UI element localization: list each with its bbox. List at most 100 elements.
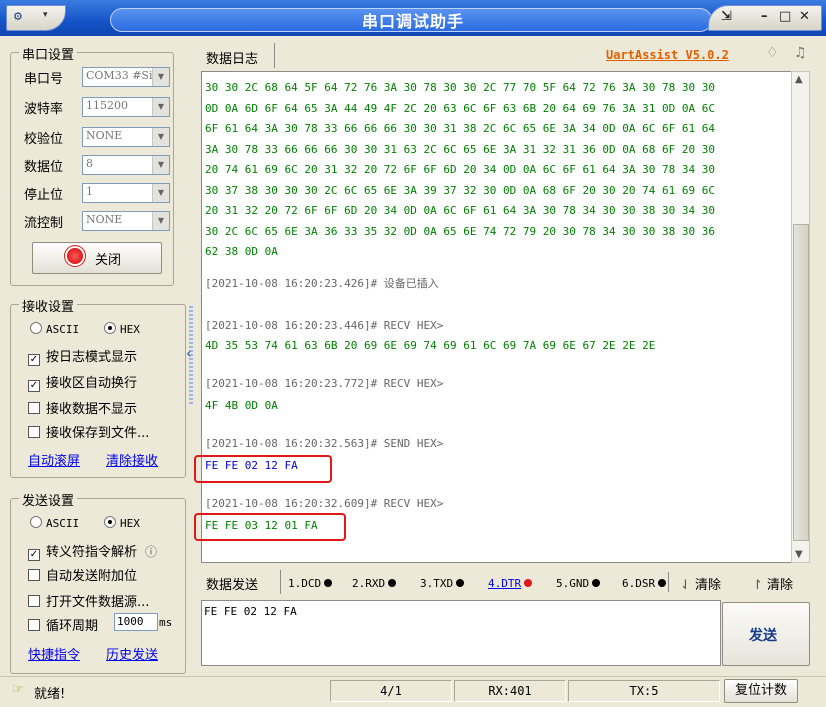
signal-label: 3.TXD <box>420 577 454 590</box>
signal-4[interactable]: 5.GND <box>556 577 601 590</box>
signal-2[interactable]: 3.TXD <box>420 577 465 590</box>
serial-field-select[interactable]: NONE ▼ <box>82 127 170 147</box>
signal-3[interactable]: 4.DTR <box>488 577 533 590</box>
send-history-link[interactable]: 历史发送 <box>106 644 158 663</box>
file-source-checkbox[interactable]: 打开文件数据源... <box>28 591 149 610</box>
diamond-icon[interactable]: ♢ <box>766 45 779 61</box>
signal-label: 2.RXD <box>352 577 386 590</box>
signal-5[interactable]: 6.DSR <box>622 577 667 590</box>
log-scrollbar[interactable]: ▲ ▼ <box>791 71 810 563</box>
scroll-thumb[interactable] <box>793 224 809 541</box>
clear-receive-link[interactable]: 清除接收 <box>106 450 158 469</box>
recv-ascii-label: ASCII <box>46 323 80 336</box>
hex-line: 30 2C 6C 65 6E 3A 36 33 35 32 0D 0A 65 6… <box>205 224 715 238</box>
log-entry-header: [2021-10-08 16:20:23.446]# RECV HEX> <box>205 319 444 332</box>
recv-hex-label: HEX <box>120 323 140 336</box>
signal-1[interactable]: 2.RXD <box>352 577 397 590</box>
signal-0[interactable]: 1.DCD <box>288 577 333 590</box>
send-ascii-radio[interactable]: ASCII <box>30 516 79 530</box>
chevron-down-icon[interactable]: ▼ <box>152 156 169 174</box>
serial-field-select[interactable]: 115200 ▼ <box>82 97 170 117</box>
signal-led-icon <box>324 579 333 587</box>
loop-period-unit: ms <box>159 616 173 629</box>
separator <box>668 572 669 592</box>
signal-led-icon <box>456 579 465 587</box>
hex-line: 20 74 61 69 6C 20 31 32 20 72 6F 6F 6D 2… <box>205 163 715 176</box>
tab-data-log[interactable]: 数据日志 <box>198 43 275 68</box>
send-button[interactable]: 发送 <box>722 602 810 666</box>
serial-field-label: 校验位 <box>24 132 64 147</box>
tab-data-send-label: 数据发送 <box>206 578 259 593</box>
serial-field-value: COM33 #Si <box>86 69 153 82</box>
reset-count-button[interactable]: 复位计数 <box>724 679 798 703</box>
serial-field-select[interactable]: 1 ▼ <box>82 183 170 203</box>
chevron-down-icon[interactable]: ▼ <box>152 184 169 202</box>
port-status-icon <box>67 248 83 264</box>
quick-commands-link[interactable]: 快捷指令 <box>28 644 80 663</box>
maximize-button[interactable]: □ <box>779 9 791 24</box>
serial-field-select[interactable]: NONE ▼ <box>82 211 170 231</box>
option-label: 接收区自动换行 <box>46 376 138 391</box>
tx-counter: TX:5 <box>568 680 720 702</box>
hand-icon: ☞ <box>12 682 24 697</box>
bell-icon[interactable]: ♫ <box>794 45 807 61</box>
auto-scroll-link[interactable]: 自动滚屏 <box>28 450 80 469</box>
serial-field-select[interactable]: 8 ▼ <box>82 155 170 175</box>
loop-period-checkbox[interactable]: 循环周期 <box>28 615 98 634</box>
receive-settings-title: 接收设置 <box>19 296 78 315</box>
info-icon[interactable]: ⓘ <box>145 545 157 559</box>
send-settings-title: 发送设置 <box>19 490 78 509</box>
tab-data-send[interactable]: 数据发送 <box>198 570 281 594</box>
title-bar: ⚙ ▾ 串口调试助手 ⇲ – □ ✕ <box>0 0 826 36</box>
log-mode-checkbox[interactable]: ✓ 按日志模式显示 <box>28 346 137 366</box>
chevron-down-icon[interactable]: ▼ <box>152 128 169 146</box>
option-label: 接收数据不显示 <box>46 402 138 417</box>
auto-wrap-checkbox[interactable]: ✓ 接收区自动换行 <box>28 372 137 392</box>
loop-period-input[interactable]: 1000 <box>114 613 158 631</box>
file-source-label: 打开文件数据源... <box>46 595 150 610</box>
brand-link[interactable]: UartAssist V5.0.2 <box>606 48 729 62</box>
signal-led-icon <box>592 579 601 587</box>
send-input-text: FE FE 02 12 FA <box>204 605 297 618</box>
recv-ascii-radio[interactable]: ASCII <box>30 322 79 336</box>
send-ascii-label: ASCII <box>46 517 80 530</box>
scroll-down-icon[interactable]: ▼ <box>795 549 803 560</box>
chevron-down-icon[interactable]: ▼ <box>152 68 169 86</box>
hide-data-checkbox[interactable]: 接收数据不显示 <box>28 398 137 417</box>
signal-label: 6.DSR <box>622 577 656 590</box>
collapse-arrow-icon[interactable]: ‹ <box>186 346 192 362</box>
clear-send-button[interactable]: ⇃ 清除 <box>680 574 721 593</box>
hex-line: 20 31 32 20 72 6F 6F 6D 20 34 0D 0A 6C 6… <box>205 204 715 217</box>
serial-field-select[interactable]: COM33 #Si ▼ <box>82 67 170 87</box>
scroll-up-icon[interactable]: ▲ <box>795 74 803 85</box>
escape-parse-checkbox[interactable]: ✓ 转义符指令解析 ⓘ <box>28 541 157 561</box>
hex-line: 30 30 2C 68 64 5F 64 72 76 3A 30 78 30 3… <box>205 81 715 94</box>
send-input[interactable]: FE FE 02 12 FA <box>201 600 721 666</box>
auto-append-checkbox[interactable]: 自动发送附加位 <box>28 565 137 584</box>
serial-field-label: 停止位 <box>24 188 64 203</box>
serial-field-value: NONE <box>86 129 123 142</box>
minimize-button[interactable]: – <box>761 9 768 24</box>
recv-hex-radio[interactable]: HEX <box>104 322 140 336</box>
chevron-down-icon[interactable]: ▼ <box>152 98 169 116</box>
rx-counter: RX:401 <box>454 680 566 702</box>
clear-all-button[interactable]: ↾ 清除 <box>752 574 793 593</box>
signal-led-icon <box>388 579 397 587</box>
save-file-checkbox[interactable]: 接收保存到文件... <box>28 422 149 441</box>
hex-line: 62 38 0D 0A <box>205 245 278 258</box>
pin-icon[interactable]: ⇲ <box>721 9 732 24</box>
highlight-send <box>194 455 332 483</box>
send-button-label: 发送 <box>749 628 777 644</box>
window-controls: ⇲ – □ ✕ <box>708 5 822 31</box>
log-entry-data: 4F 4B 0D 0A <box>205 399 278 412</box>
option-label: 按日志模式显示 <box>46 350 138 365</box>
close-port-button[interactable]: 关闭 <box>32 242 162 274</box>
log-entry-header: [2021-10-08 16:20:32.563]# SEND HEX> <box>205 437 444 450</box>
send-hex-radio[interactable]: HEX <box>104 516 140 530</box>
clear-all-label: 清除 <box>767 578 794 593</box>
receive-log[interactable]: 30 30 2C 68 64 5F 64 72 76 3A 30 78 30 3… <box>201 71 793 563</box>
chevron-down-icon[interactable]: ▼ <box>152 212 169 230</box>
serial-field-label: 串口号 <box>24 72 64 87</box>
close-window-button[interactable]: ✕ <box>799 9 810 24</box>
serial-field-label: 波特率 <box>24 102 64 117</box>
